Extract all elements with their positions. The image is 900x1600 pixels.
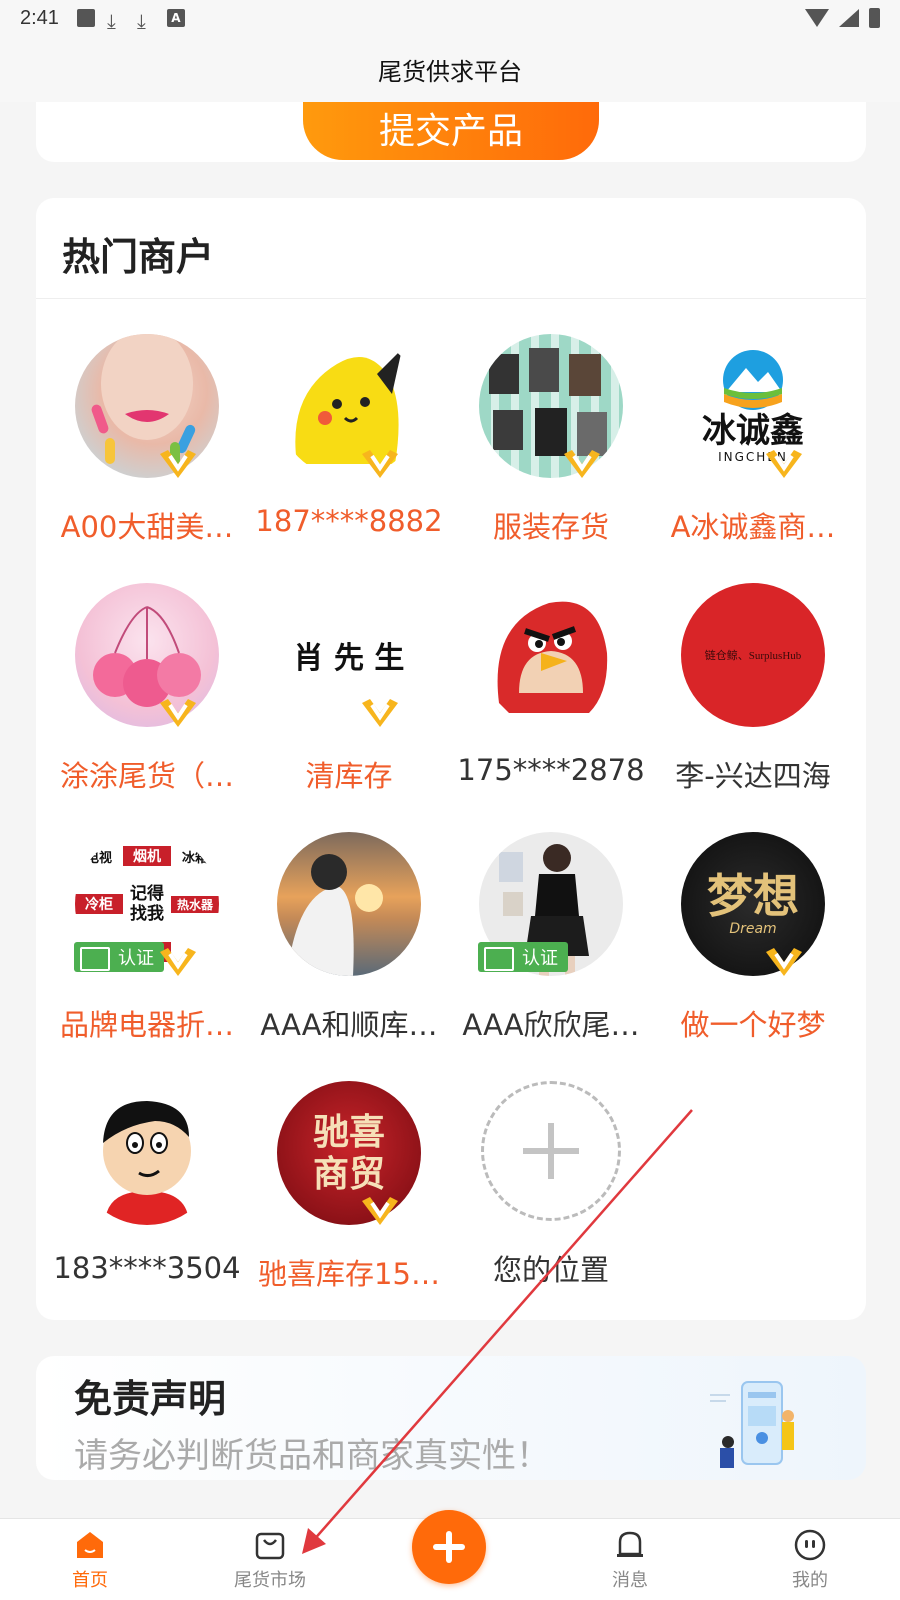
- nav-messages[interactable]: 消息: [540, 1519, 720, 1600]
- status-bar: 2:41 A: [0, 0, 900, 36]
- merchant-item[interactable]: 电视 烟机 冰箱 冷柜 记得找我 热水器 灶具 认证 品牌电器折…: [46, 816, 248, 1065]
- download-icon: [137, 9, 155, 27]
- bell-icon: [617, 1531, 643, 1557]
- disclaimer-title: 免责声明: [74, 1377, 227, 1421]
- disclaimer-text: 请务必判断货品和商家真实性！: [74, 1436, 550, 1476]
- merchant-item[interactable]: 梦想 Dream 做一个好梦: [652, 816, 854, 1065]
- brand-logo-text: 驰喜商贸: [312, 1111, 385, 1195]
- brand-logo-text: 冰诚鑫: [702, 411, 804, 451]
- logo-cell: 冷柜: [75, 894, 123, 914]
- verified-badge-icon: [766, 450, 802, 478]
- add-merchant-button[interactable]: [481, 1081, 621, 1221]
- merchant-name: 李-兴达四海: [675, 759, 831, 793]
- plus-icon: [523, 1123, 579, 1179]
- app-header: 尾货供求平台: [0, 36, 900, 102]
- nav-label: 首页: [72, 1570, 108, 1591]
- verified-badge-icon: [362, 1197, 398, 1225]
- merchant-name: AAA和顺库…: [260, 1008, 438, 1042]
- logo-cell: 冰箱: [171, 846, 219, 866]
- merchant-item[interactable]: 驰喜商贸 驰喜库存15…: [248, 1065, 450, 1314]
- certified-tag: 认证: [74, 942, 164, 972]
- merchant-name: AAA欣欣尾…: [462, 1008, 640, 1042]
- merchant-name: A00大甜美…: [60, 510, 234, 544]
- verified-badge-icon: [362, 450, 398, 478]
- merchant-item[interactable]: 183****3504: [46, 1065, 248, 1314]
- publish-button[interactable]: [412, 1510, 486, 1584]
- shopping-bag-icon: [255, 1532, 285, 1560]
- merchant-item[interactable]: AAA和顺库…: [248, 816, 450, 1065]
- avatar: [75, 1081, 219, 1225]
- brand-logo-text: 链仓鲸、SurplusHub: [704, 650, 802, 662]
- home-icon: [77, 1532, 103, 1558]
- verified-badge-icon: [160, 948, 196, 976]
- merchant-name: 服装存货: [492, 510, 609, 544]
- avatar: [277, 832, 421, 976]
- avatar: [479, 583, 623, 727]
- merchant-name: 驰喜库存15…: [258, 1257, 440, 1291]
- signal-icon: [839, 9, 859, 27]
- merchant-item[interactable]: 187****8882: [248, 318, 450, 567]
- status-system-icons: [805, 8, 880, 28]
- merchant-item[interactable]: 服装存货: [450, 318, 652, 567]
- brand-logo-text: 肖 先 生: [293, 641, 405, 676]
- certified-tag: 认证: [478, 942, 568, 972]
- brand-logo-text: 梦想: [707, 869, 799, 923]
- verified-badge-icon: [362, 699, 398, 727]
- merchant-item[interactable]: 涂涂尾货（…: [46, 567, 248, 816]
- merchant-name: 涂涂尾货（…: [59, 759, 234, 793]
- merchant-item[interactable]: 链仓鲸、SurplusHub 李-兴达四海: [652, 567, 854, 816]
- nav-surplus-market[interactable]: 尾货市场: [180, 1519, 360, 1600]
- battery-icon: [869, 8, 880, 28]
- nav-profile[interactable]: 我的: [720, 1519, 900, 1600]
- nav-label: 尾货市场: [234, 1570, 306, 1591]
- logo-cell: 热水器: [171, 895, 219, 913]
- merchant-name: 您的位置: [492, 1253, 609, 1287]
- nav-home[interactable]: 首页: [0, 1519, 180, 1600]
- submit-product-button[interactable]: 提交产品: [303, 102, 599, 160]
- verified-badge-icon: [564, 450, 600, 478]
- app-notification-icon: A: [166, 9, 185, 27]
- image-notification-icon: [76, 9, 95, 27]
- hot-merchants-card: 热门商户 A00大甜美… 187****8882 服装存货 冰诚鑫 INGCHE…: [36, 198, 866, 1320]
- plus-icon: [433, 1531, 465, 1563]
- merchant-item[interactable]: A00大甜美…: [46, 318, 248, 567]
- status-notification-icons: A: [76, 9, 185, 27]
- brand-logo-icon: [723, 350, 783, 410]
- logo-cell: 电视: [75, 846, 123, 866]
- merchant-name: 187****8882: [255, 504, 443, 538]
- nav-label: 我的: [792, 1570, 828, 1591]
- status-time: 2:41: [20, 6, 59, 29]
- wifi-icon: [805, 9, 829, 27]
- merchant-item[interactable]: 冰诚鑫 INGCHEN A冰诚鑫商…: [652, 318, 854, 567]
- download-icon: [107, 9, 125, 27]
- disclaimer-banner[interactable]: 免责声明 请务必判断货品和商家真实性！: [36, 1356, 866, 1480]
- merchant-name: 183****3504: [53, 1251, 241, 1285]
- logo-cell: 记得找我: [123, 884, 171, 924]
- divider: [36, 298, 866, 299]
- merchant-name: 175****2878: [457, 753, 645, 787]
- page-title: 尾货供求平台: [378, 57, 522, 86]
- brand-logo-subtext: Dream: [729, 921, 777, 937]
- add-merchant-item[interactable]: 您的位置: [450, 1065, 652, 1314]
- nav-label: 消息: [612, 1570, 648, 1591]
- profile-face-icon: [794, 1529, 826, 1561]
- merchant-item[interactable]: 175****2878: [450, 567, 652, 816]
- merchant-name: 清库存: [305, 759, 393, 793]
- logo-cell: 烟机: [123, 846, 171, 866]
- merchant-name: 做一个好梦: [680, 1008, 826, 1042]
- verified-badge-icon: [160, 450, 196, 478]
- verified-badge-icon: [766, 948, 802, 976]
- merchant-grid: A00大甜美… 187****8882 服装存货 冰诚鑫 INGCHEN A冰诚…: [46, 318, 856, 1314]
- merchant-name: 品牌电器折…: [59, 1008, 234, 1042]
- verified-badge-icon: [160, 699, 196, 727]
- avatar: 链仓鲸、SurplusHub: [681, 583, 825, 727]
- merchant-item[interactable]: 认证 AAA欣欣尾…: [450, 816, 652, 1065]
- section-title: 热门商户: [62, 235, 215, 279]
- phone-illustration-icon: [710, 1381, 794, 1468]
- merchant-name: A冰诚鑫商…: [670, 510, 836, 544]
- merchant-item[interactable]: 肖 先 生 清库存: [248, 567, 450, 816]
